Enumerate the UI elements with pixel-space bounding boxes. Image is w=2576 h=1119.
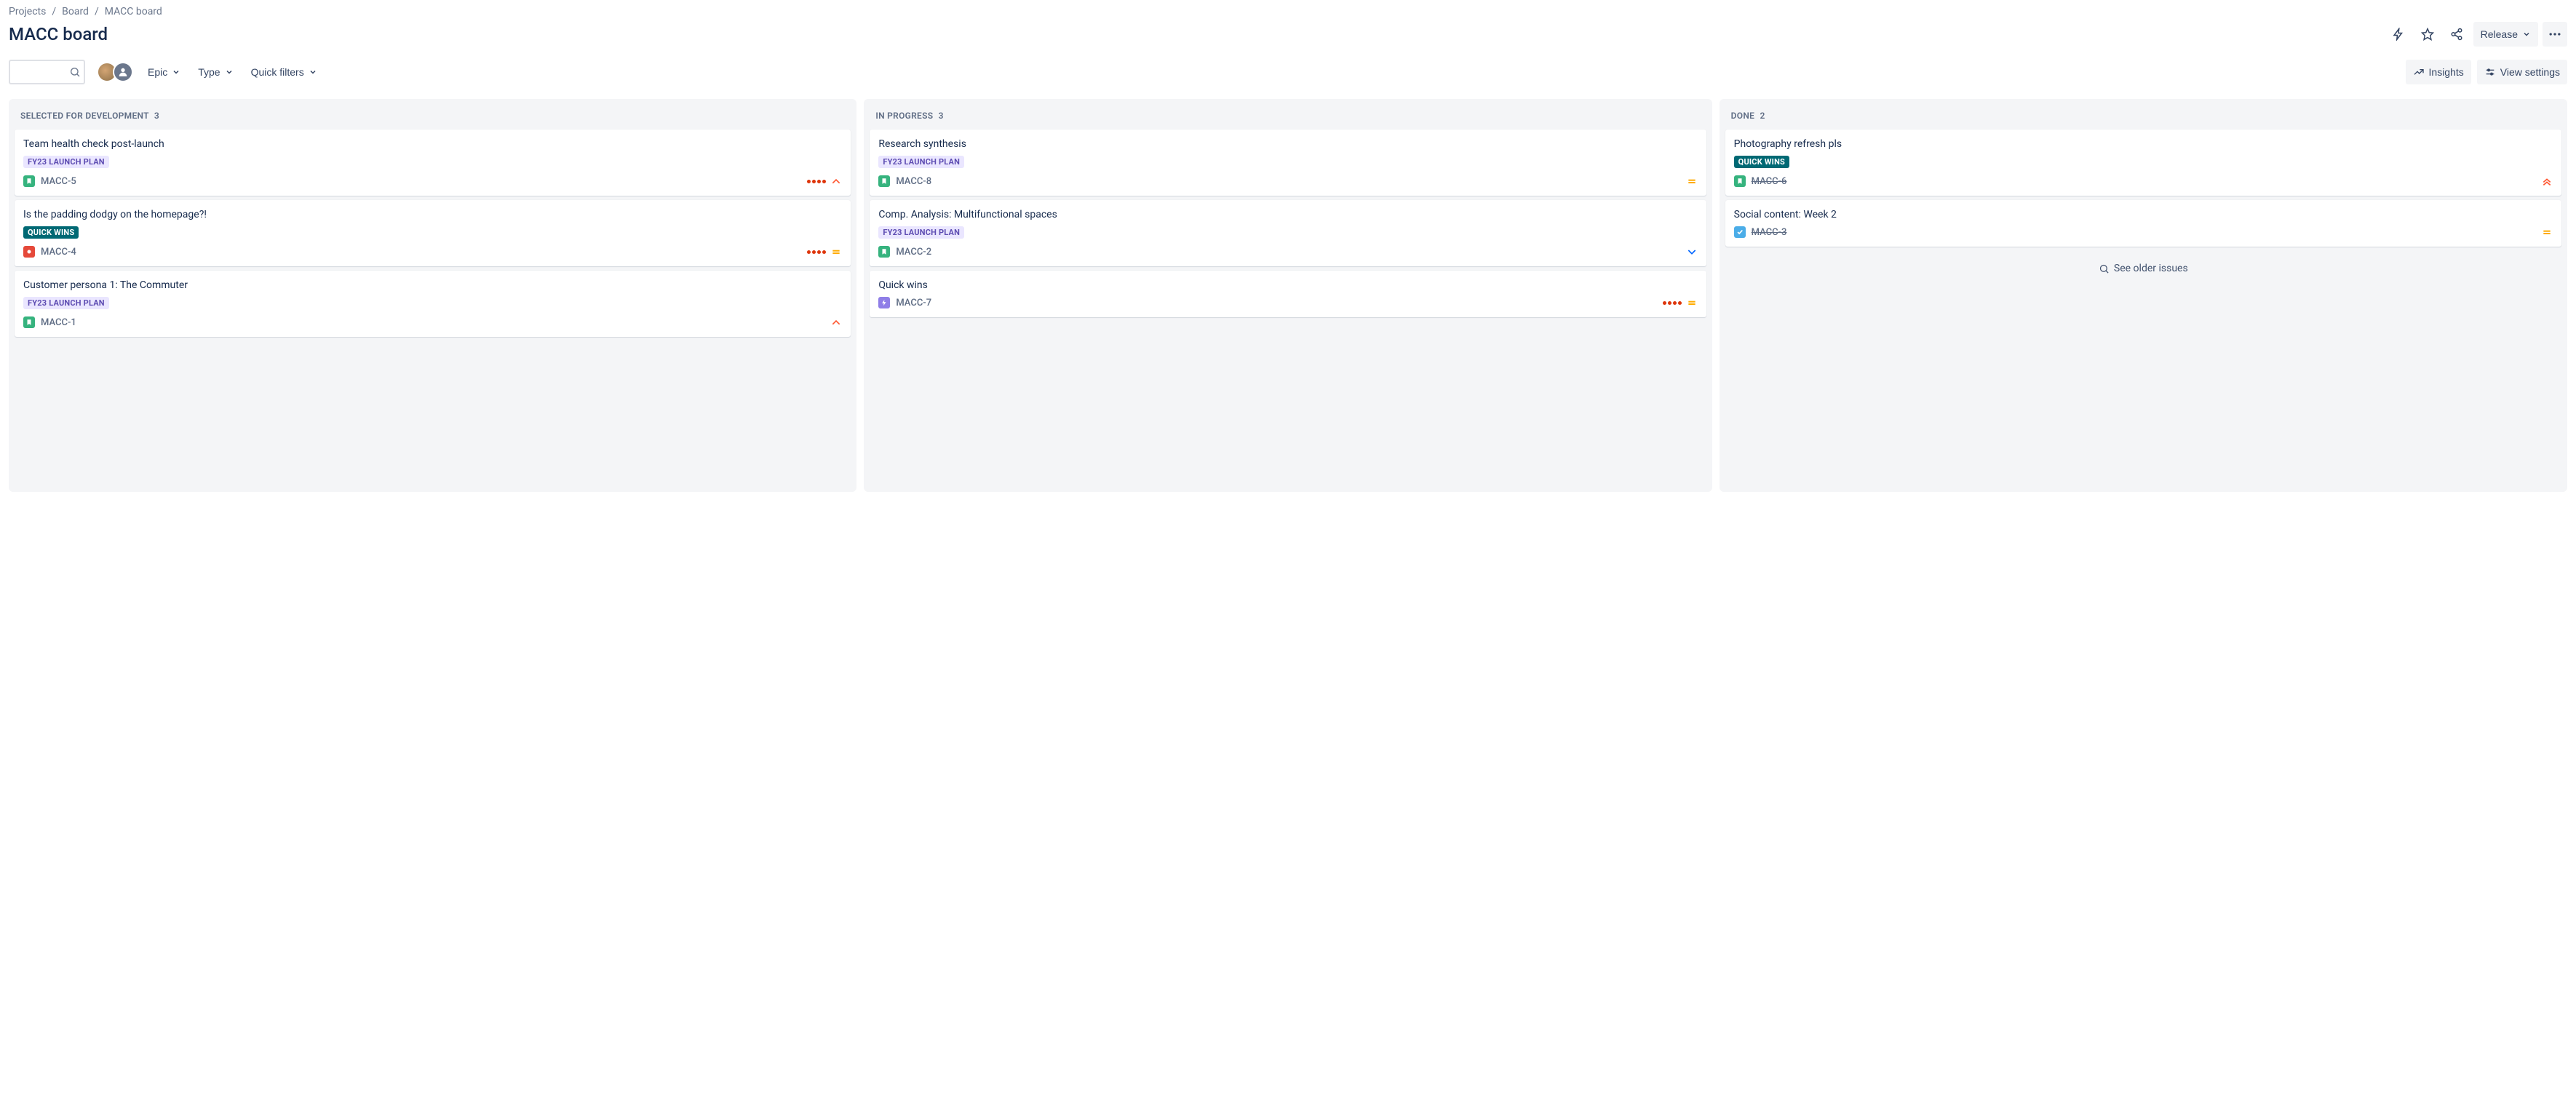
issue-key[interactable]: MACC-5 (41, 176, 76, 187)
priority-icon (2541, 226, 2553, 238)
column-title: IN PROGRESS (875, 111, 933, 121)
breadcrumb-projects[interactable]: Projects (9, 6, 46, 17)
issue-card[interactable]: Social content: Week 2 MACC-3 (1725, 200, 2561, 247)
issue-type-icon (1734, 175, 1746, 187)
priority-icon (830, 246, 842, 258)
issue-card[interactable]: Photography refresh pls QUICK WINS MACC-6 (1725, 130, 2561, 196)
board-column: IN PROGRESS 3 Research synthesis FY23 LAUN… (864, 99, 1712, 492)
see-older-link[interactable]: See older issues (1725, 251, 2561, 286)
column-title: DONE (1731, 111, 1755, 121)
priority-icon (2541, 175, 2553, 187)
issue-key[interactable]: MACC-4 (41, 247, 76, 258)
chevron-down-icon (172, 68, 180, 76)
kanban-board: SELECTED FOR DEVELOPMENT 3Team health ch… (9, 99, 2567, 492)
issue-key[interactable]: MACC-6 (1752, 176, 1787, 187)
issue-type-icon (23, 316, 35, 328)
breadcrumb-separator: / (95, 6, 99, 17)
issue-key[interactable]: MACC-2 (896, 247, 931, 258)
epic-tag[interactable]: FY23 LAUNCH PLAN (23, 156, 109, 168)
epic-tag[interactable]: QUICK WINS (1734, 156, 1789, 168)
epic-tag[interactable]: FY23 LAUNCH PLAN (878, 156, 964, 168)
column-header: DONE 2 (1725, 108, 2561, 130)
quick-filters[interactable]: Quick filters (248, 62, 320, 82)
priority-icon (830, 175, 842, 187)
chevron-down-icon (309, 68, 317, 76)
issue-key[interactable]: MACC-7 (896, 298, 931, 308)
issue-key[interactable]: MACC-1 (41, 317, 76, 328)
sprint-dots (807, 180, 826, 183)
breadcrumb-separator: / (52, 6, 56, 17)
type-filter-label: Type (198, 66, 220, 78)
type-filter[interactable]: Type (195, 62, 236, 82)
issue-card[interactable]: Research synthesis FY23 LAUNCH PLAN MACC-8 (870, 130, 1706, 196)
breadcrumb: Projects / Board / MACC board (9, 6, 2567, 17)
header-actions: Release (2386, 22, 2567, 47)
page-title: MACC board (9, 24, 108, 44)
card-title: Quick wins (878, 279, 1697, 291)
column-count: 3 (939, 111, 944, 121)
card-title: Team health check post-launch (23, 138, 842, 150)
column-count: 2 (1760, 111, 1765, 121)
sprint-dots (1663, 301, 1682, 305)
column-title: SELECTED FOR DEVELOPMENT (20, 111, 149, 121)
chevron-down-icon (225, 68, 234, 76)
card-title: Comp. Analysis: Multifunctional spaces (878, 209, 1697, 220)
issue-type-icon (23, 175, 35, 187)
issue-type-icon (1734, 226, 1746, 238)
see-older-label: See older issues (2114, 263, 2188, 274)
insights-label: Insights (2429, 66, 2464, 78)
breadcrumb-board[interactable]: Board (62, 6, 89, 17)
breadcrumb-current[interactable]: MACC board (105, 6, 162, 17)
search-icon (2099, 263, 2110, 274)
sprint-dots (807, 250, 826, 254)
column-count: 3 (154, 111, 159, 121)
automation-icon[interactable] (2386, 22, 2411, 47)
release-label: Release (2481, 28, 2518, 40)
release-button[interactable]: Release (2473, 22, 2538, 47)
column-header: IN PROGRESS 3 (870, 108, 1706, 130)
issue-card[interactable]: Quick wins MACC-7 (870, 271, 1706, 317)
search-input[interactable] (9, 60, 85, 84)
issue-type-icon (878, 246, 890, 258)
card-title: Social content: Week 2 (1734, 209, 2553, 220)
priority-icon (1686, 175, 1698, 187)
card-title: Is the padding dodgy on the homepage?! (23, 209, 842, 220)
epic-tag[interactable]: QUICK WINS (23, 226, 79, 239)
search-wrap (9, 60, 85, 84)
insights-icon (2413, 66, 2425, 78)
card-title: Photography refresh pls (1734, 138, 2553, 150)
column-header: SELECTED FOR DEVELOPMENT 3 (15, 108, 851, 130)
avatar-unassigned[interactable] (113, 62, 133, 82)
card-title: Research synthesis (878, 138, 1697, 150)
board-column: SELECTED FOR DEVELOPMENT 3Team health ch… (9, 99, 856, 492)
issue-card[interactable]: Team health check post-launch FY23 LAUNCH… (15, 130, 851, 196)
board-column: DONE 2 Photography refresh pls QUICK WINS M… (1720, 99, 2567, 492)
issue-key[interactable]: MACC-3 (1752, 227, 1787, 238)
epic-tag[interactable]: FY23 LAUNCH PLAN (878, 226, 964, 239)
epic-filter[interactable]: Epic (145, 62, 183, 82)
chevron-down-icon (2522, 30, 2531, 39)
issue-card[interactable]: Comp. Analysis: Multifunctional spaces FY… (870, 200, 1706, 266)
priority-icon (1686, 297, 1698, 308)
issue-card[interactable]: Is the padding dodgy on the homepage?! QU… (15, 200, 851, 266)
issue-type-icon (878, 175, 890, 187)
sliders-icon (2484, 66, 2496, 78)
more-icon[interactable] (2543, 22, 2567, 47)
issue-key[interactable]: MACC-8 (896, 176, 931, 187)
priority-icon (1686, 246, 1698, 258)
issue-card[interactable]: Customer persona 1: The Commuter FY23 LAU… (15, 271, 851, 337)
view-settings-label: View settings (2500, 66, 2560, 78)
issue-type-icon (23, 246, 35, 258)
view-settings-button[interactable]: View settings (2477, 60, 2567, 84)
insights-button[interactable]: Insights (2406, 60, 2471, 84)
star-icon[interactable] (2415, 22, 2440, 47)
epic-tag[interactable]: FY23 LAUNCH PLAN (23, 297, 109, 309)
issue-type-icon (878, 297, 890, 308)
priority-icon (830, 316, 842, 328)
quick-filters-label: Quick filters (251, 66, 304, 78)
card-title: Customer persona 1: The Commuter (23, 279, 842, 291)
avatar-stack[interactable] (97, 62, 133, 82)
epic-filter-label: Epic (148, 66, 167, 78)
share-icon[interactable] (2444, 22, 2469, 47)
